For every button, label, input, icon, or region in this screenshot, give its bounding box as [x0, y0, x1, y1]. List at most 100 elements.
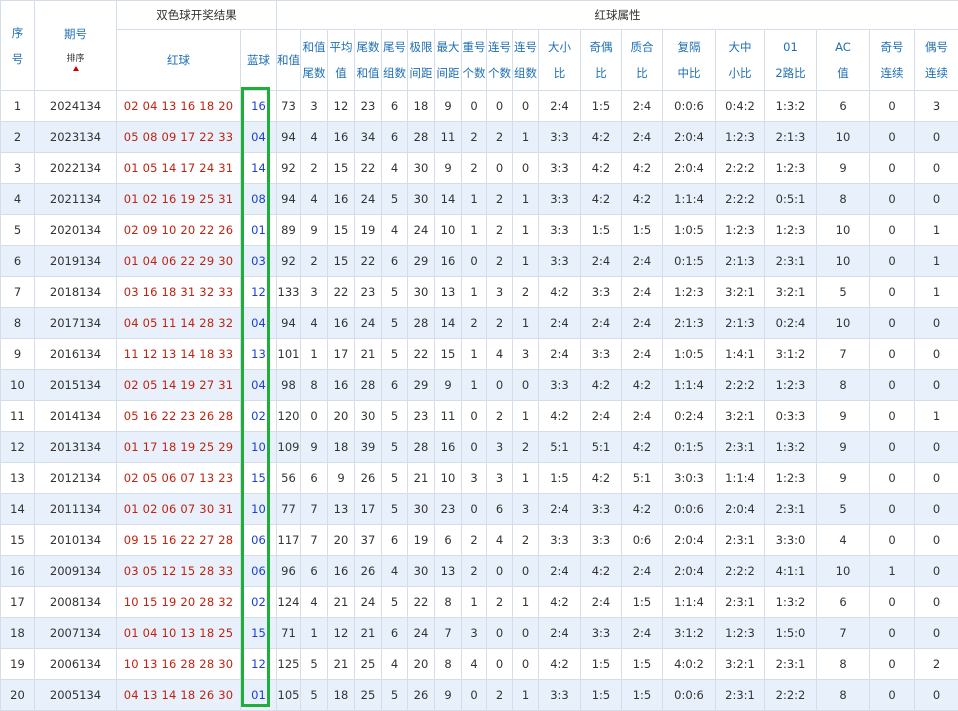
- col-header-attr-12: 质合比: [622, 30, 663, 91]
- cell-attr-0: 71: [277, 618, 301, 649]
- cell-attr-9: 1: [513, 308, 539, 339]
- cell-attr-6: 10: [435, 215, 462, 246]
- cell-seq: 6: [1, 246, 35, 277]
- cell-attr-4: 4: [382, 153, 408, 184]
- cell-attr-3: 28: [355, 370, 382, 401]
- cell-attr-13: 1:0:5: [663, 339, 716, 370]
- cell-attr-0: 94: [277, 184, 301, 215]
- cell-attr-10: 4:2: [539, 649, 581, 680]
- cell-attr-5: 30: [408, 494, 435, 525]
- cell-attr-5: 18: [408, 91, 435, 122]
- group-header-result: 双色球开奖结果: [117, 1, 277, 30]
- cell-issue: 2015134: [35, 370, 117, 401]
- cell-attr-4: 6: [382, 370, 408, 401]
- cell-attr-17: 0: [870, 246, 915, 277]
- cell-attr-7: 2: [462, 308, 487, 339]
- cell-attr-17: 0: [870, 308, 915, 339]
- cell-attr-6: 14: [435, 308, 462, 339]
- cell-attr-5: 24: [408, 215, 435, 246]
- cell-attr-0: 77: [277, 494, 301, 525]
- cell-attr-13: 0:0:6: [663, 91, 716, 122]
- cell-attr-18: 0: [915, 308, 958, 339]
- cell-attr-10: 4:2: [539, 277, 581, 308]
- cell-attr-16: 10: [817, 308, 870, 339]
- cell-attr-18: 0: [915, 618, 958, 649]
- cell-attr-12: 2:4: [622, 91, 663, 122]
- cell-attr-6: 7: [435, 618, 462, 649]
- cell-attr-10: 4:2: [539, 401, 581, 432]
- cell-attr-10: 3:3: [539, 215, 581, 246]
- col-header-blue: 蓝球: [241, 30, 277, 91]
- cell-attr-3: 23: [355, 277, 382, 308]
- cell-attr-13: 0:2:4: [663, 401, 716, 432]
- cell-attr-13: 2:0:4: [663, 153, 716, 184]
- cell-attr-7: 4: [462, 649, 487, 680]
- cell-attr-5: 28: [408, 432, 435, 463]
- cell-attr-8: 2: [487, 122, 513, 153]
- col-header-attr-15: 012路比: [765, 30, 817, 91]
- cell-attr-9: 1: [513, 463, 539, 494]
- issue-label: 期号: [35, 21, 116, 47]
- cell-attr-1: 5: [301, 649, 328, 680]
- cell-attr-16: 6: [817, 91, 870, 122]
- cell-attr-6: 9: [435, 91, 462, 122]
- cell-issue: 2014134: [35, 401, 117, 432]
- cell-attr-7: 0: [462, 401, 487, 432]
- cell-attr-1: 9: [301, 432, 328, 463]
- cell-attr-17: 0: [870, 184, 915, 215]
- cell-attr-11: 4:2: [581, 184, 622, 215]
- col-header-attr-14: 大中小比: [716, 30, 765, 91]
- cell-attr-8: 0: [487, 649, 513, 680]
- cell-attr-12: 4:2: [622, 184, 663, 215]
- cell-attr-17: 0: [870, 215, 915, 246]
- sort-button[interactable]: 排序: [35, 53, 116, 71]
- cell-attr-13: 2:0:4: [663, 556, 716, 587]
- col-header-attr-18: 偶号连续: [915, 30, 958, 91]
- cell-attr-8: 6: [487, 494, 513, 525]
- cell-attr-14: 1:2:3: [716, 215, 765, 246]
- cell-attr-18: 1: [915, 401, 958, 432]
- cell-attr-11: 1:5: [581, 680, 622, 711]
- results-body: 1202413402 04 13 16 18 20167331223618900…: [1, 91, 958, 711]
- cell-attr-0: 105: [277, 680, 301, 711]
- cell-attr-9: 1: [513, 587, 539, 618]
- cell-attr-2: 15: [328, 246, 355, 277]
- cell-attr-1: 4: [301, 184, 328, 215]
- cell-attr-11: 2:4: [581, 308, 622, 339]
- cell-attr-13: 1:1:4: [663, 184, 716, 215]
- cell-red-balls: 02 05 06 07 13 23: [117, 463, 241, 494]
- cell-attr-17: 0: [870, 122, 915, 153]
- col-header-attr-10: 大小比: [539, 30, 581, 91]
- cell-attr-1: 3: [301, 91, 328, 122]
- cell-attr-5: 30: [408, 556, 435, 587]
- cell-seq: 17: [1, 587, 35, 618]
- cell-seq: 9: [1, 339, 35, 370]
- cell-attr-18: 0: [915, 122, 958, 153]
- cell-seq: 4: [1, 184, 35, 215]
- cell-attr-15: 3:1:2: [765, 339, 817, 370]
- cell-attr-8: 4: [487, 339, 513, 370]
- cell-attr-8: 2: [487, 680, 513, 711]
- cell-attr-7: 3: [462, 463, 487, 494]
- cell-attr-0: 96: [277, 556, 301, 587]
- cell-attr-6: 13: [435, 277, 462, 308]
- cell-attr-7: 3: [462, 618, 487, 649]
- cell-attr-18: 0: [915, 339, 958, 370]
- cell-attr-10: 3:3: [539, 246, 581, 277]
- col-header-attr-2: 平均值: [328, 30, 355, 91]
- cell-attr-12: 2:4: [622, 277, 663, 308]
- cell-issue: 2013134: [35, 432, 117, 463]
- cell-attr-11: 4:2: [581, 153, 622, 184]
- cell-attr-13: 0:1:5: [663, 432, 716, 463]
- cell-seq: 10: [1, 370, 35, 401]
- sort-arrow-icon: [73, 66, 79, 71]
- cell-blue-ball: 10: [241, 432, 277, 463]
- cell-red-balls: 05 16 22 23 26 28: [117, 401, 241, 432]
- cell-seq: 16: [1, 556, 35, 587]
- cell-attr-16: 9: [817, 463, 870, 494]
- cell-attr-10: 2:4: [539, 618, 581, 649]
- cell-attr-7: 0: [462, 246, 487, 277]
- cell-issue: 2024134: [35, 91, 117, 122]
- cell-attr-13: 3:1:2: [663, 618, 716, 649]
- cell-attr-2: 13: [328, 494, 355, 525]
